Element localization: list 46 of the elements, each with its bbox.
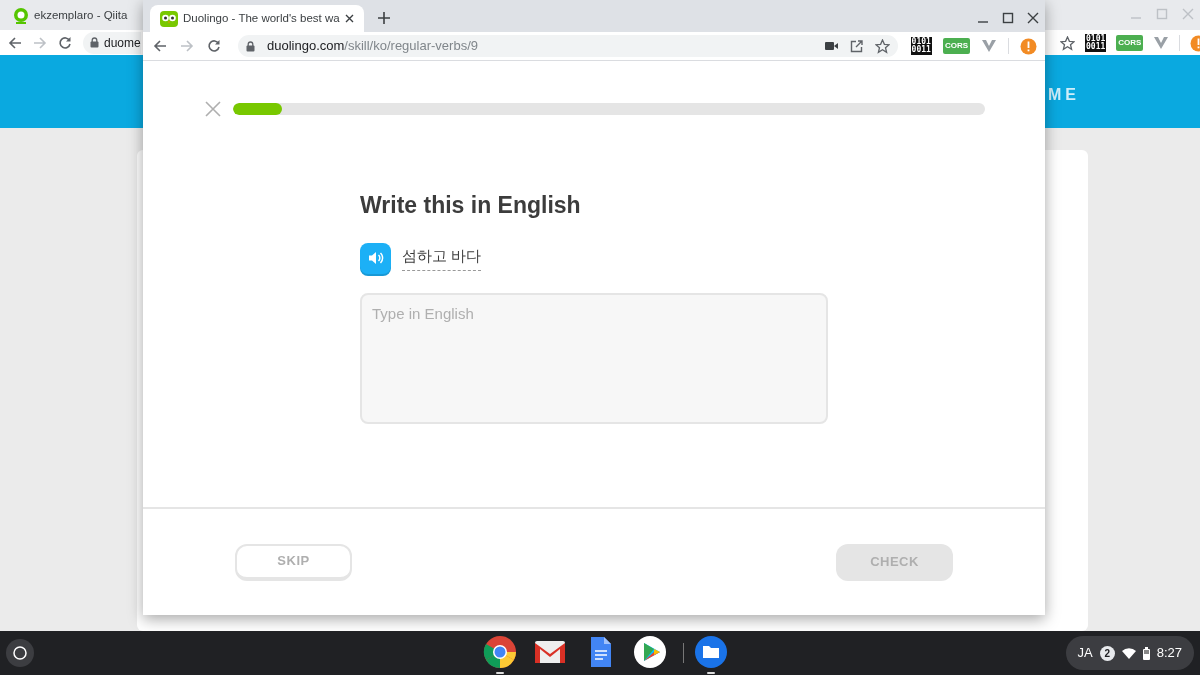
speaker-button[interactable] [360, 242, 391, 274]
battery-icon [1142, 646, 1150, 660]
reload-icon[interactable] [207, 39, 221, 53]
address-bar[interactable]: duome [83, 31, 141, 54]
back-arrow-icon[interactable] [8, 35, 22, 50]
extension-icon[interactable]: 0101 0011 [910, 37, 932, 55]
ime-label: JA [1077, 644, 1093, 663]
banner-text: ME [1048, 85, 1080, 105]
new-tab-icon[interactable] [377, 12, 390, 24]
star-icon[interactable] [874, 38, 890, 54]
clock-time: 8:27 [1156, 644, 1182, 663]
video-camera-icon[interactable] [824, 41, 838, 51]
tab-title: Duolingo - The world's best wa [183, 10, 340, 26]
speaker-icon [367, 251, 384, 265]
notification-count: 2 [1099, 645, 1115, 661]
owl-logo-icon [160, 10, 178, 27]
url-text: duome [104, 34, 141, 52]
external-link-icon[interactable] [849, 39, 863, 53]
status-tray[interactable]: JA 2 8:27 [1065, 636, 1194, 670]
close-icon[interactable] [1027, 12, 1039, 24]
back-arrow-icon[interactable] [153, 39, 167, 53]
url-text: duolingo.com/skill/ko/regular-verbs/9 [267, 37, 478, 56]
address-bar[interactable]: duolingo.com/skill/ko/regular-verbs/9 [238, 35, 898, 57]
reload-icon[interactable] [58, 35, 72, 50]
sentence-text[interactable]: 섬하고 바다 [402, 245, 482, 271]
prompt-title: Write this in English [360, 191, 582, 220]
extension-icon[interactable] [981, 39, 997, 53]
lock-icon [90, 37, 99, 48]
lock-icon [246, 40, 255, 52]
maximize-icon[interactable] [1002, 12, 1014, 24]
launcher-icon[interactable] [5, 638, 35, 668]
wifi-icon [1121, 647, 1136, 659]
answer-field[interactable]: Type in English [360, 292, 828, 424]
running-indicator [707, 672, 715, 674]
tab-title: ekzemplaro - Qiita [34, 7, 128, 23]
browser-tab[interactable]: Duolingo - The world's best wa [150, 5, 364, 32]
browser-tab[interactable]: ekzemplaro - Qiita [8, 2, 132, 29]
qiita-logo-icon [12, 6, 30, 25]
chrome-icon [483, 635, 517, 669]
play-store-icon [633, 635, 667, 669]
close-icon[interactable] [344, 14, 354, 23]
star-icon[interactable] [1060, 35, 1075, 51]
running-indicator [496, 672, 504, 674]
folder-icon [694, 635, 728, 669]
extension-icon[interactable]: 0101 0011 [1085, 34, 1107, 52]
extension-icon[interactable] [1153, 36, 1170, 50]
